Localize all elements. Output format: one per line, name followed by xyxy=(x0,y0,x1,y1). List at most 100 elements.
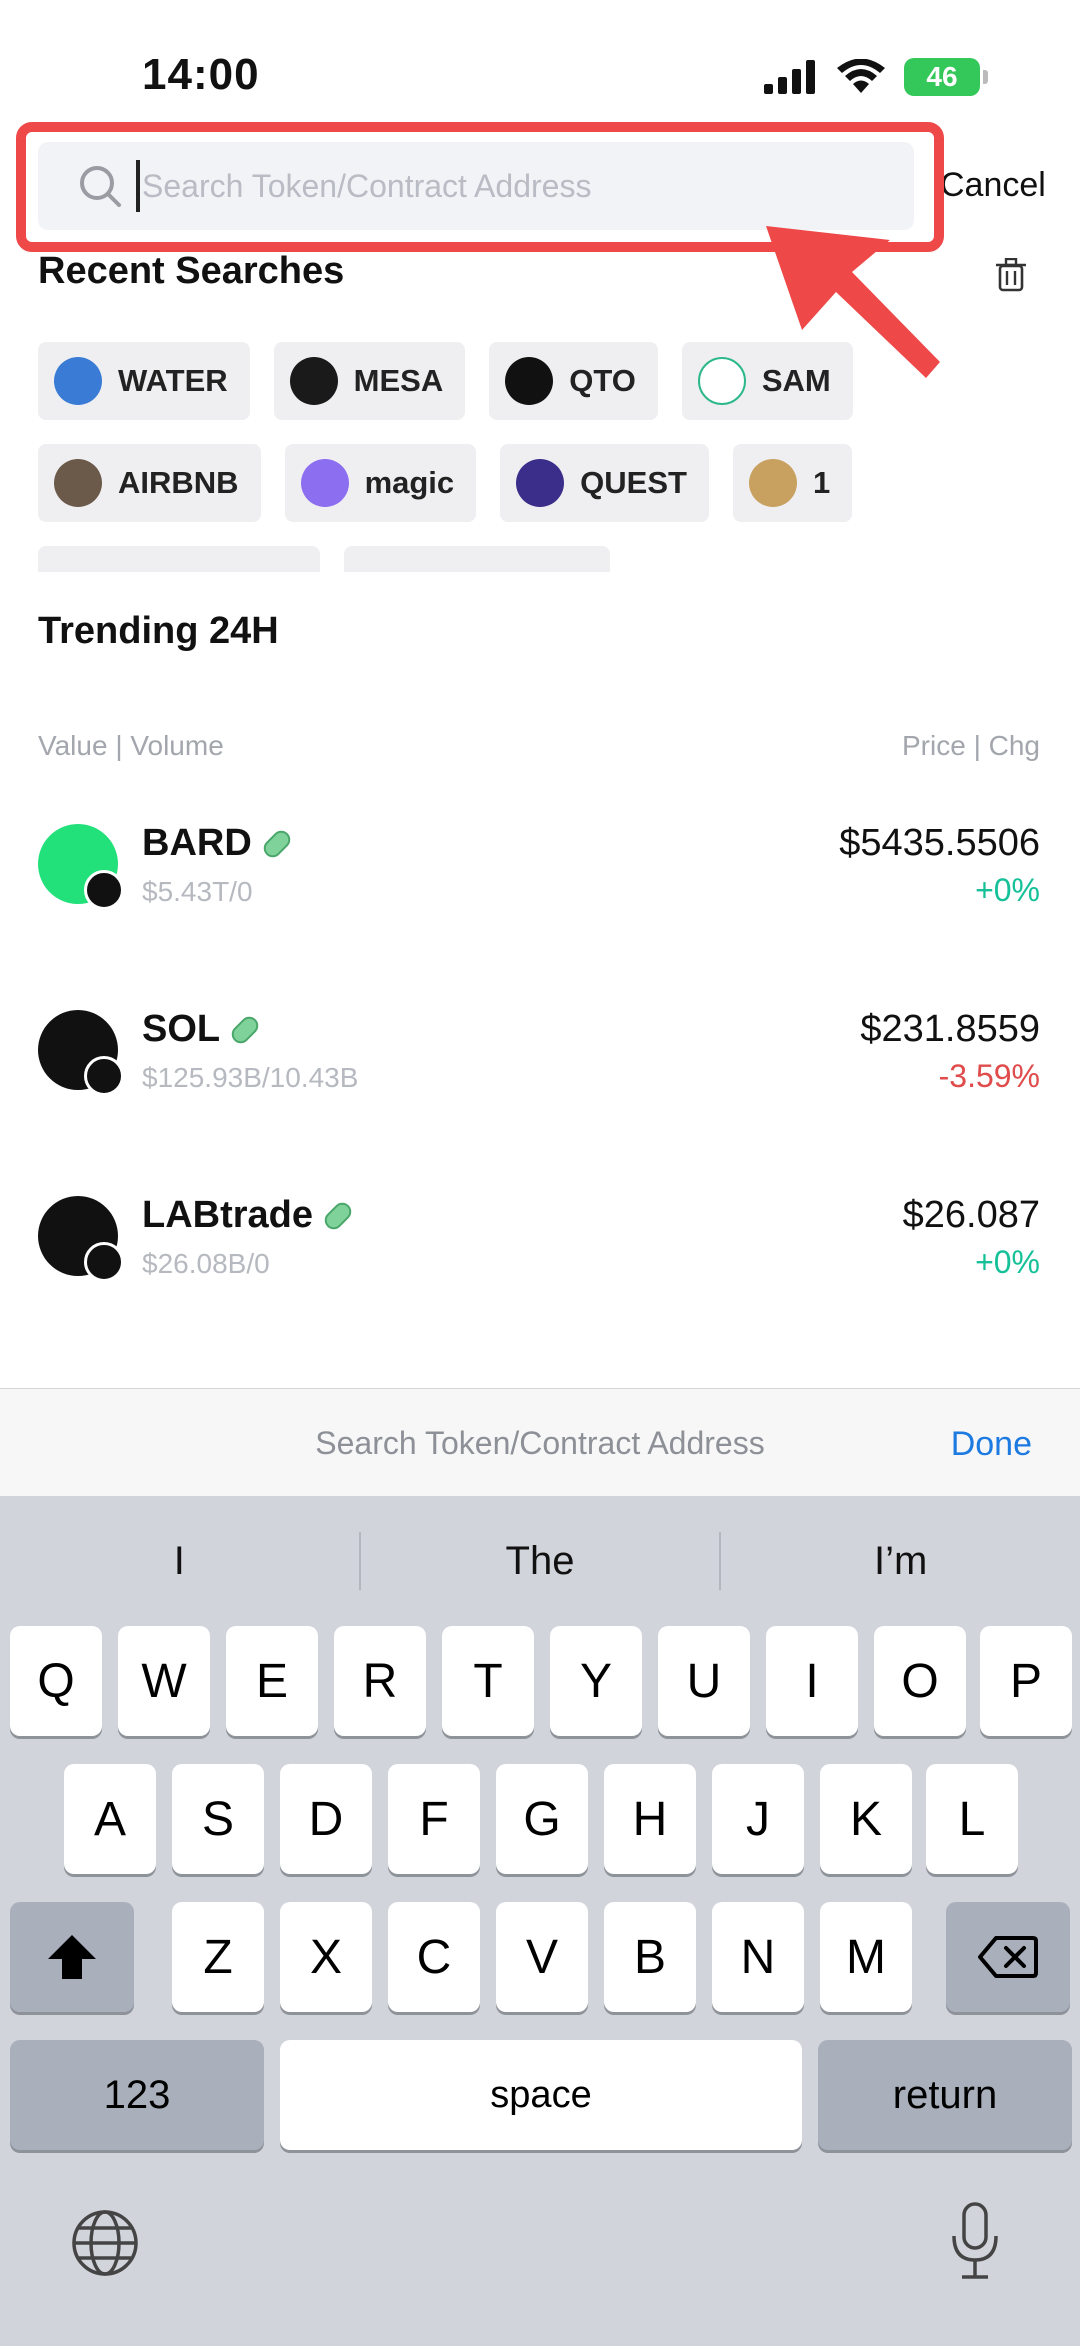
key[interactable]: A xyxy=(64,1764,156,1874)
token-icon xyxy=(505,357,554,405)
keyboard-accessory-bar: Search Token/Contract Address Done xyxy=(0,1388,1080,1496)
column-header-value-volume: Value | Volume xyxy=(38,730,224,761)
recent-chip[interactable]: AIRBNB xyxy=(38,444,261,522)
chip-label: 1 xyxy=(812,465,831,500)
return-key[interactable]: return xyxy=(818,2040,1072,2150)
recent-chip[interactable]: WATER xyxy=(38,342,250,420)
status-bar: 14:00 46 xyxy=(0,0,1080,120)
recent-searches-list: WATER MESA QTO SAM AIRBNB magic QUEST 1 xyxy=(38,342,1048,572)
key[interactable]: U xyxy=(658,1626,750,1736)
token-icon xyxy=(516,459,565,507)
chip-label: QUEST xyxy=(580,465,687,500)
token-value-volume: $125.93B/10.43B xyxy=(142,1062,359,1093)
keyboard: I The I’m Q W E R T Y U I O P A S D F G … xyxy=(0,1496,1080,2346)
key[interactable]: J xyxy=(712,1764,804,1874)
recent-chip[interactable]: 1 xyxy=(732,444,853,522)
trending-title: Trending 24H xyxy=(38,610,279,652)
key[interactable]: V xyxy=(496,1902,588,2012)
token-name-text: BARD xyxy=(142,822,252,864)
recent-chip[interactable]: QUEST xyxy=(500,444,709,522)
key[interactable]: Z xyxy=(172,1902,264,2012)
key[interactable]: L xyxy=(926,1764,1018,1874)
done-button[interactable]: Done xyxy=(951,1425,1032,1464)
recent-chip[interactable]: QTO xyxy=(489,342,658,420)
shift-key[interactable] xyxy=(10,1902,134,2012)
token-value-volume: $5.43T/0 xyxy=(142,876,253,907)
suggestion-bar: I The I’m xyxy=(0,1496,1080,1626)
key[interactable]: H xyxy=(604,1764,696,1874)
suggestion-item[interactable]: I’m xyxy=(721,1539,1080,1584)
trash-icon[interactable] xyxy=(996,258,1026,292)
token-row[interactable]: SOL $125.93B/10.43B $231.8559 -3.59% xyxy=(38,998,1040,1138)
space-key[interactable]: space xyxy=(280,2040,802,2150)
chip-label: SAM xyxy=(761,363,831,398)
key[interactable]: I xyxy=(766,1626,858,1736)
token-change: -3.59% xyxy=(938,1058,1040,1094)
status-icons: 46 xyxy=(764,58,988,96)
suggestion-item[interactable]: I xyxy=(0,1539,359,1584)
key[interactable]: G xyxy=(496,1764,588,1874)
backspace-key[interactable] xyxy=(946,1902,1070,2012)
cancel-button[interactable]: Cancel xyxy=(940,166,1046,205)
key[interactable]: O xyxy=(874,1626,966,1736)
key[interactable]: F xyxy=(388,1764,480,1874)
key[interactable]: E xyxy=(226,1626,318,1736)
globe-icon[interactable] xyxy=(70,2208,140,2278)
token-price: $26.087 xyxy=(902,1194,1040,1236)
status-time: 14:00 xyxy=(142,50,260,99)
microphone-icon[interactable] xyxy=(950,2202,1000,2280)
backspace-icon xyxy=(978,1936,1038,1978)
key[interactable]: T xyxy=(442,1626,534,1736)
token-price: $5435.5506 xyxy=(839,822,1040,864)
token-value-volume: $26.08B/0 xyxy=(142,1248,270,1279)
recent-searches-title: Recent Searches xyxy=(38,250,345,292)
key[interactable]: M xyxy=(820,1902,912,2012)
battery-indicator: 46 xyxy=(904,58,988,96)
key[interactable]: K xyxy=(820,1764,912,1874)
token-name: LABtrade xyxy=(142,1194,356,1237)
key[interactable]: D xyxy=(280,1764,372,1874)
key[interactable]: N xyxy=(712,1902,804,2012)
chip-label: QTO xyxy=(569,363,636,398)
chip-label: AIRBNB xyxy=(118,465,239,500)
column-header-price-change: Price | Chg xyxy=(902,730,1040,761)
key[interactable]: Q xyxy=(10,1626,102,1736)
token-icon xyxy=(289,357,338,405)
key[interactable]: P xyxy=(980,1626,1072,1736)
token-name: BARD xyxy=(142,822,294,865)
pill-icon xyxy=(321,1198,356,1233)
token-name-text: LABtrade xyxy=(142,1194,314,1236)
token-price: $231.8559 xyxy=(860,1008,1040,1050)
recent-chip[interactable]: MESA xyxy=(273,342,466,420)
recent-chip[interactable] xyxy=(344,546,610,572)
pill-icon xyxy=(259,826,294,861)
token-row[interactable]: LABtrade $26.08B/0 $26.087 +0% xyxy=(38,1184,1040,1324)
token-name: SOL xyxy=(142,1008,263,1051)
recent-chip[interactable]: magic xyxy=(284,444,477,522)
token-icon xyxy=(54,357,102,405)
key[interactable]: S xyxy=(172,1764,264,1874)
key[interactable]: C xyxy=(388,1902,480,2012)
recent-chip[interactable] xyxy=(38,546,320,572)
token-change: +0% xyxy=(975,872,1040,908)
key[interactable]: Y xyxy=(550,1626,642,1736)
key[interactable]: B xyxy=(604,1902,696,2012)
numbers-key[interactable]: 123 xyxy=(10,2040,264,2150)
chip-label: MESA xyxy=(353,363,444,398)
key[interactable]: R xyxy=(334,1626,426,1736)
wifi-icon xyxy=(837,59,885,93)
chain-badge-icon xyxy=(84,870,124,910)
signal-icon xyxy=(764,60,815,94)
token-icon xyxy=(300,459,349,507)
accessory-placeholder: Search Token/Contract Address xyxy=(315,1425,765,1461)
recent-chip[interactable]: SAM xyxy=(681,342,853,420)
suggestion-item[interactable]: The xyxy=(361,1539,720,1584)
token-name-text: SOL xyxy=(142,1008,221,1050)
chip-label: magic xyxy=(364,465,455,500)
pill-icon xyxy=(228,1012,263,1047)
token-icon xyxy=(54,459,102,507)
token-row[interactable]: BARD $5.43T/0 $5435.5506 +0% xyxy=(38,812,1040,952)
key[interactable]: X xyxy=(280,1902,372,2012)
key[interactable]: W xyxy=(118,1626,210,1736)
chain-badge-icon xyxy=(84,1242,124,1282)
